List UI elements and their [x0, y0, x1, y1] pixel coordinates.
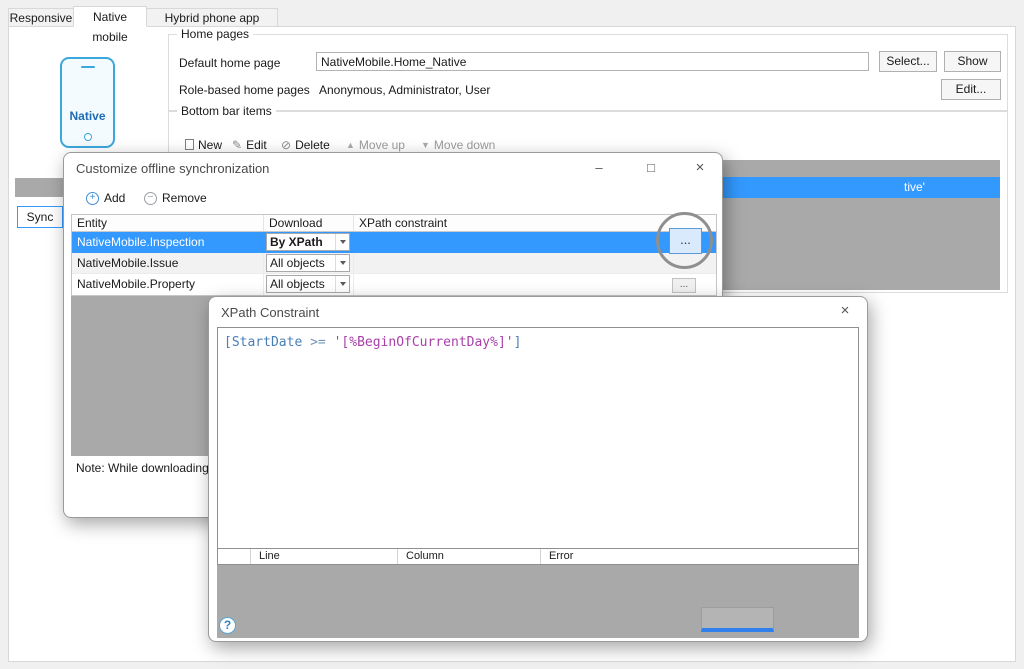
- move-down-icon: ▼: [421, 139, 430, 150]
- toolbar-delete-button[interactable]: ⊘ Delete: [281, 136, 330, 153]
- show-button[interactable]: Show: [944, 51, 1001, 72]
- toolbar-edit-label: Edit: [246, 137, 267, 152]
- home-pages-legend: Home pages: [177, 27, 254, 41]
- toolbar-move-up-label: Move up: [358, 137, 405, 152]
- tab-responsive[interactable]: Responsive: [8, 8, 74, 27]
- chevron-down-icon: [335, 234, 349, 250]
- phone-speaker: [80, 66, 95, 68]
- entity-table-header: Entity Download XPath constraint: [72, 215, 716, 232]
- download-select[interactable]: All objects: [266, 254, 350, 272]
- default-home-page-label: Default home page: [179, 56, 281, 70]
- tab-native-mobile[interactable]: Native mobile: [73, 6, 147, 44]
- delete-icon: ⊘: [281, 137, 292, 152]
- default-home-page-input[interactable]: [316, 52, 869, 71]
- add-icon: +: [86, 191, 99, 205]
- role-based-home-pages-value: Anonymous, Administrator, User: [319, 83, 491, 97]
- entity-cell: NativeMobile.Property: [72, 274, 264, 295]
- role-based-home-pages-label: Role-based home pages: [179, 83, 310, 97]
- minimize-icon: –: [595, 160, 603, 175]
- xpath-cell: [354, 253, 716, 273]
- entity-cell: NativeMobile.Inspection: [77, 235, 205, 249]
- native-phone-icon: Native: [60, 57, 115, 148]
- xpath-dialog: XPath Constraint × [StartDate >= '[%Begi…: [208, 296, 868, 642]
- column-header-download: Download: [264, 215, 354, 231]
- sync-note: Note: While downloading o: [76, 461, 219, 475]
- xpath-editor[interactable]: [StartDate >= '[%BeginOfCurrentDay%]']: [217, 327, 859, 549]
- toolbar-move-up-button[interactable]: ▲ Move up: [346, 136, 405, 153]
- chevron-down-icon: [335, 276, 349, 292]
- sync-button[interactable]: Sync: [17, 206, 63, 228]
- error-col-marker: [218, 549, 251, 564]
- xpath-code-line: [StartDate >= '[%BeginOfCurrentDay%]']: [224, 335, 522, 350]
- new-page-icon: [185, 139, 194, 150]
- table-row[interactable]: NativeMobile.Inspection By XPath: [72, 232, 716, 253]
- navigation-editor: Responsive Native mobile Hybrid phone ap…: [0, 0, 1024, 669]
- minimize-button[interactable]: –: [582, 153, 616, 183]
- entity-table: Entity Download XPath constraint NativeM…: [71, 214, 717, 296]
- bottom-bar-items-legend: Bottom bar items: [177, 104, 276, 118]
- column-header-entity: Entity: [72, 215, 264, 231]
- add-button[interactable]: + Add: [86, 189, 125, 207]
- close-icon: ×: [695, 159, 705, 176]
- xpath-ellipsis-button[interactable]: ...: [669, 228, 702, 254]
- toolbar-move-down-button[interactable]: ▼ Move down: [421, 136, 495, 153]
- row-ellipsis-button[interactable]: ...: [672, 278, 696, 293]
- remove-button[interactable]: − Remove: [144, 189, 207, 207]
- error-col-line: Line: [251, 549, 398, 564]
- add-label: Add: [104, 191, 126, 205]
- xpath-dialog-title[interactable]: XPath Constraint: [221, 305, 319, 320]
- xpath-close-button[interactable]: ×: [828, 297, 862, 325]
- phone-home-button: [83, 133, 92, 141]
- table-row[interactable]: NativeMobile.Property All objects: [72, 274, 716, 295]
- column-header-xpath-constraint: XPath constraint: [359, 216, 448, 230]
- toolbar-delete-label: Delete: [295, 137, 330, 152]
- error-col-column: Column: [398, 549, 541, 564]
- edit-button[interactable]: Edit...: [941, 79, 1001, 100]
- download-cell: All objects: [264, 274, 354, 295]
- help-button[interactable]: ?: [219, 617, 236, 634]
- remove-label: Remove: [162, 191, 207, 205]
- toolbar-new-button[interactable]: New: [185, 136, 222, 153]
- toolbar-move-down-label: Move down: [433, 137, 496, 152]
- maximize-button[interactable]: □: [634, 153, 668, 183]
- toolbar-new-label: New: [198, 137, 223, 152]
- home-pages-group: Home pages Default home page Select... S…: [168, 27, 1008, 111]
- remove-icon: −: [144, 191, 157, 205]
- close-button[interactable]: ×: [683, 153, 717, 183]
- error-col-error: Error: [549, 550, 574, 562]
- sync-dialog-title[interactable]: Customize offline synchronization: [76, 161, 269, 176]
- error-table-header: Line Column Error: [217, 549, 859, 565]
- edit-pencil-icon: ✎: [232, 137, 243, 152]
- close-icon: ×: [840, 302, 850, 319]
- download-cell: All objects: [264, 253, 354, 273]
- download-select[interactable]: All objects: [266, 275, 350, 293]
- chevron-down-icon: [335, 255, 349, 271]
- xpath-cell: [354, 274, 716, 295]
- download-select[interactable]: By XPath: [266, 233, 350, 251]
- move-up-icon: ▲: [346, 139, 355, 150]
- tab-hybrid-phone-app-online[interactable]: Hybrid phone app online: [146, 8, 278, 43]
- toolbar-edit-button[interactable]: ✎ Edit: [232, 136, 267, 153]
- select-button[interactable]: Select...: [879, 51, 937, 72]
- table-row[interactable]: NativeMobile.Issue All objects: [72, 253, 716, 274]
- maximize-icon: □: [647, 160, 655, 175]
- entity-cell: NativeMobile.Issue: [72, 253, 264, 273]
- phone-label: Native: [69, 109, 106, 123]
- xpath-cell: [354, 232, 716, 253]
- selected-row-text: tive': [904, 180, 925, 194]
- download-cell: By XPath: [264, 232, 354, 253]
- ok-button[interactable]: [701, 607, 774, 632]
